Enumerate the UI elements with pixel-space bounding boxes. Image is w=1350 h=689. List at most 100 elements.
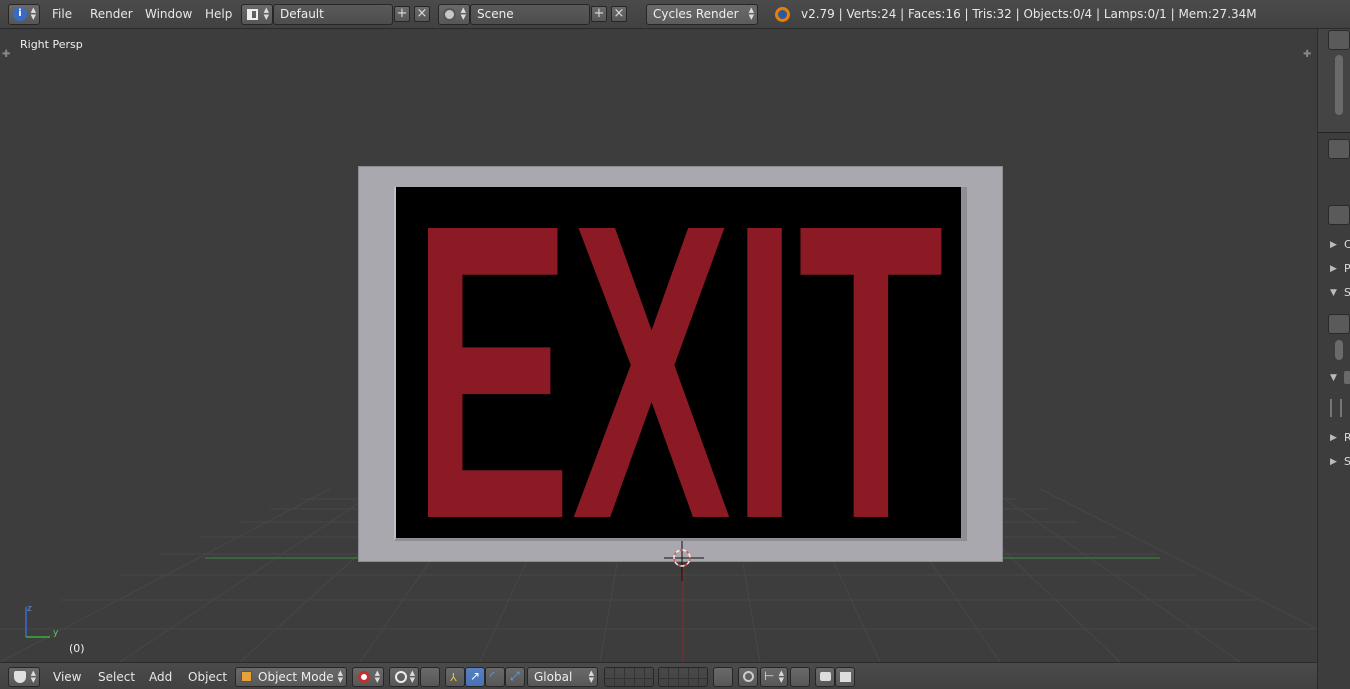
- editor-type-button[interactable]: ▲ ▼: [8, 667, 40, 687]
- viewport-header: ▲ ▼ View Select Add Object Object Mode ▲ ▼…: [0, 662, 1317, 689]
- camera-icon: [820, 672, 831, 681]
- 3d-view-icon: [14, 671, 26, 683]
- top-header: i ▲ ▼ File Render Window Help ▲ ▼ Default …: [0, 0, 1350, 29]
- collapse-arrow-icon[interactable]: ▶: [1330, 433, 1337, 443]
- scene-layers-group-1[interactable]: [604, 667, 654, 687]
- add-layout-button[interactable]: +: [394, 6, 410, 22]
- panel-toggle[interactable]: [1344, 371, 1350, 384]
- pivot-icon: [395, 671, 407, 683]
- screen-layout-field[interactable]: Default: [273, 4, 393, 25]
- rotate-manipulator-button[interactable]: ◜: [485, 667, 505, 687]
- properties-editor-icon[interactable]: [1328, 139, 1350, 159]
- render-tab-icon[interactable]: [1328, 205, 1350, 225]
- dropdown-arrows-icon: ▲ ▼: [588, 669, 594, 684]
- viewport-corner-plus-left[interactable]: ✚: [2, 49, 10, 60]
- render-engine-label: Cycles Render: [653, 7, 739, 21]
- collapse-arrow-icon[interactable]: ▶: [1330, 264, 1337, 274]
- dropdown-arrows-icon: ▲ ▼: [409, 669, 415, 684]
- snap-target-button[interactable]: [790, 667, 810, 687]
- opengl-render-button[interactable]: [815, 667, 835, 687]
- panel-row-label[interactable]: R: [1344, 431, 1350, 444]
- screen-layout-selector[interactable]: ▲ ▼: [241, 4, 273, 25]
- menu-file[interactable]: File: [52, 7, 72, 21]
- remove-scene-button[interactable]: ×: [611, 6, 627, 22]
- dropdown-arrows-icon: ▲ ▼: [337, 669, 343, 684]
- exit-text: EXIT: [412, 187, 944, 538]
- menu-select[interactable]: Select: [98, 670, 135, 684]
- manipulator-icon: ⅄: [450, 671, 457, 684]
- axis-gizmo: z y: [25, 604, 59, 638]
- outliner-editor-icon[interactable]: [1328, 30, 1350, 50]
- translate-manipulator-button[interactable]: ↗: [465, 667, 485, 687]
- expand-arrow-icon[interactable]: ▼: [1330, 373, 1337, 383]
- scene-layers-group-2[interactable]: [658, 667, 708, 687]
- view-label: Right Persp: [20, 38, 83, 51]
- scene-icon: [443, 8, 456, 21]
- layers-icon[interactable]: [1328, 314, 1350, 334]
- shading-icon: [358, 671, 370, 683]
- outliner-scrollbar[interactable]: [1335, 55, 1343, 115]
- panel-row-label[interactable]: C: [1344, 238, 1350, 251]
- panel-row-label[interactable]: S: [1344, 455, 1350, 468]
- object-mode-icon: [241, 671, 252, 682]
- translate-arrow-icon: ↗: [470, 669, 481, 683]
- axis-y-label: y: [53, 628, 59, 638]
- scene-statistics: v2.79 | Verts:24 | Faces:16 | Tris:32 | …: [801, 7, 1257, 21]
- clapboard-icon: [840, 672, 851, 682]
- screen-layout-icon: [247, 9, 258, 20]
- current-frame-label: (0): [69, 642, 85, 655]
- dropdown-arrows-icon: ▲ ▼: [30, 669, 36, 684]
- expand-arrow-icon[interactable]: ▼: [1330, 288, 1337, 298]
- outliner-region: [1318, 29, 1350, 133]
- properties-tab-icon[interactable]: [1324, 170, 1348, 188]
- viewport-corner-plus-right[interactable]: ✚: [1303, 49, 1311, 60]
- scene-field[interactable]: Scene: [470, 4, 590, 25]
- interaction-mode-label: Object Mode: [258, 670, 334, 684]
- snap-icon: ⊢: [764, 669, 775, 683]
- manipulator-toggle[interactable]: ⅄: [445, 667, 465, 687]
- interaction-mode-select[interactable]: Object Mode ▲ ▼: [235, 667, 347, 687]
- remove-layout-button[interactable]: ×: [414, 6, 430, 22]
- scene-selector[interactable]: ▲ ▼: [438, 4, 470, 25]
- panel-divider-bars: [1330, 399, 1342, 417]
- 3d-viewport[interactable]: Right Persp EXIT z y (0) ✚ ✚: [0, 29, 1317, 662]
- menu-add[interactable]: Add: [149, 670, 172, 684]
- menu-window[interactable]: Window: [145, 7, 192, 21]
- blender-logo-icon: [775, 7, 790, 22]
- editor-type-button[interactable]: i ▲ ▼: [8, 4, 40, 25]
- menu-render[interactable]: Render: [90, 7, 133, 21]
- transform-orientation-label: Global: [534, 670, 573, 684]
- panel-row-label[interactable]: P: [1344, 262, 1350, 275]
- viewport-shading-select[interactable]: ▲ ▼: [352, 667, 384, 687]
- rotate-arc-icon: ◜: [490, 669, 495, 683]
- dropdown-arrows-icon: ▲ ▼: [778, 669, 784, 684]
- exit-sign-object[interactable]: EXIT: [358, 138, 1003, 607]
- transform-orientation-select[interactable]: Global ▲ ▼: [527, 667, 598, 687]
- menu-view[interactable]: View: [53, 670, 81, 684]
- menu-help[interactable]: Help: [205, 7, 232, 21]
- collapse-arrow-icon[interactable]: ▶: [1330, 457, 1337, 467]
- pivot-align-button[interactable]: [420, 667, 440, 687]
- collapse-arrow-icon[interactable]: ▶: [1330, 240, 1337, 250]
- scale-manipulator-button[interactable]: ⤢: [505, 667, 525, 687]
- menu-object[interactable]: Object: [188, 670, 227, 684]
- dropdown-arrows-icon: ▲ ▼: [263, 6, 269, 21]
- add-scene-button[interactable]: +: [591, 6, 607, 22]
- snap-element-select[interactable]: ⊢ ▲ ▼: [760, 667, 788, 687]
- render-engine-select[interactable]: Cycles Render ▲ ▼: [646, 4, 758, 25]
- 3d-cursor-icon[interactable]: [664, 541, 704, 581]
- dropdown-arrows-icon: ▲ ▼: [30, 6, 36, 21]
- exit-sign-face: EXIT: [394, 138, 967, 607]
- dropdown-arrows-icon: ▲ ▼: [374, 669, 380, 684]
- lock-layers-button[interactable]: [713, 667, 733, 687]
- pivot-point-select[interactable]: ▲ ▼: [389, 667, 419, 687]
- right-panel-strip: ▶ C ▶ P ▼ S ▼ ▶ R ▶ S: [1317, 29, 1350, 662]
- dropdown-arrows-icon: ▲ ▼: [460, 6, 466, 21]
- panel-slider[interactable]: [1335, 340, 1343, 360]
- scale-icon: ⤢: [510, 669, 520, 683]
- axis-z-label: z: [27, 604, 32, 614]
- proportional-edit-button[interactable]: [738, 667, 758, 687]
- proportional-edit-icon: [743, 671, 754, 682]
- panel-row-label[interactable]: S: [1344, 286, 1350, 299]
- opengl-animation-button[interactable]: [835, 667, 855, 687]
